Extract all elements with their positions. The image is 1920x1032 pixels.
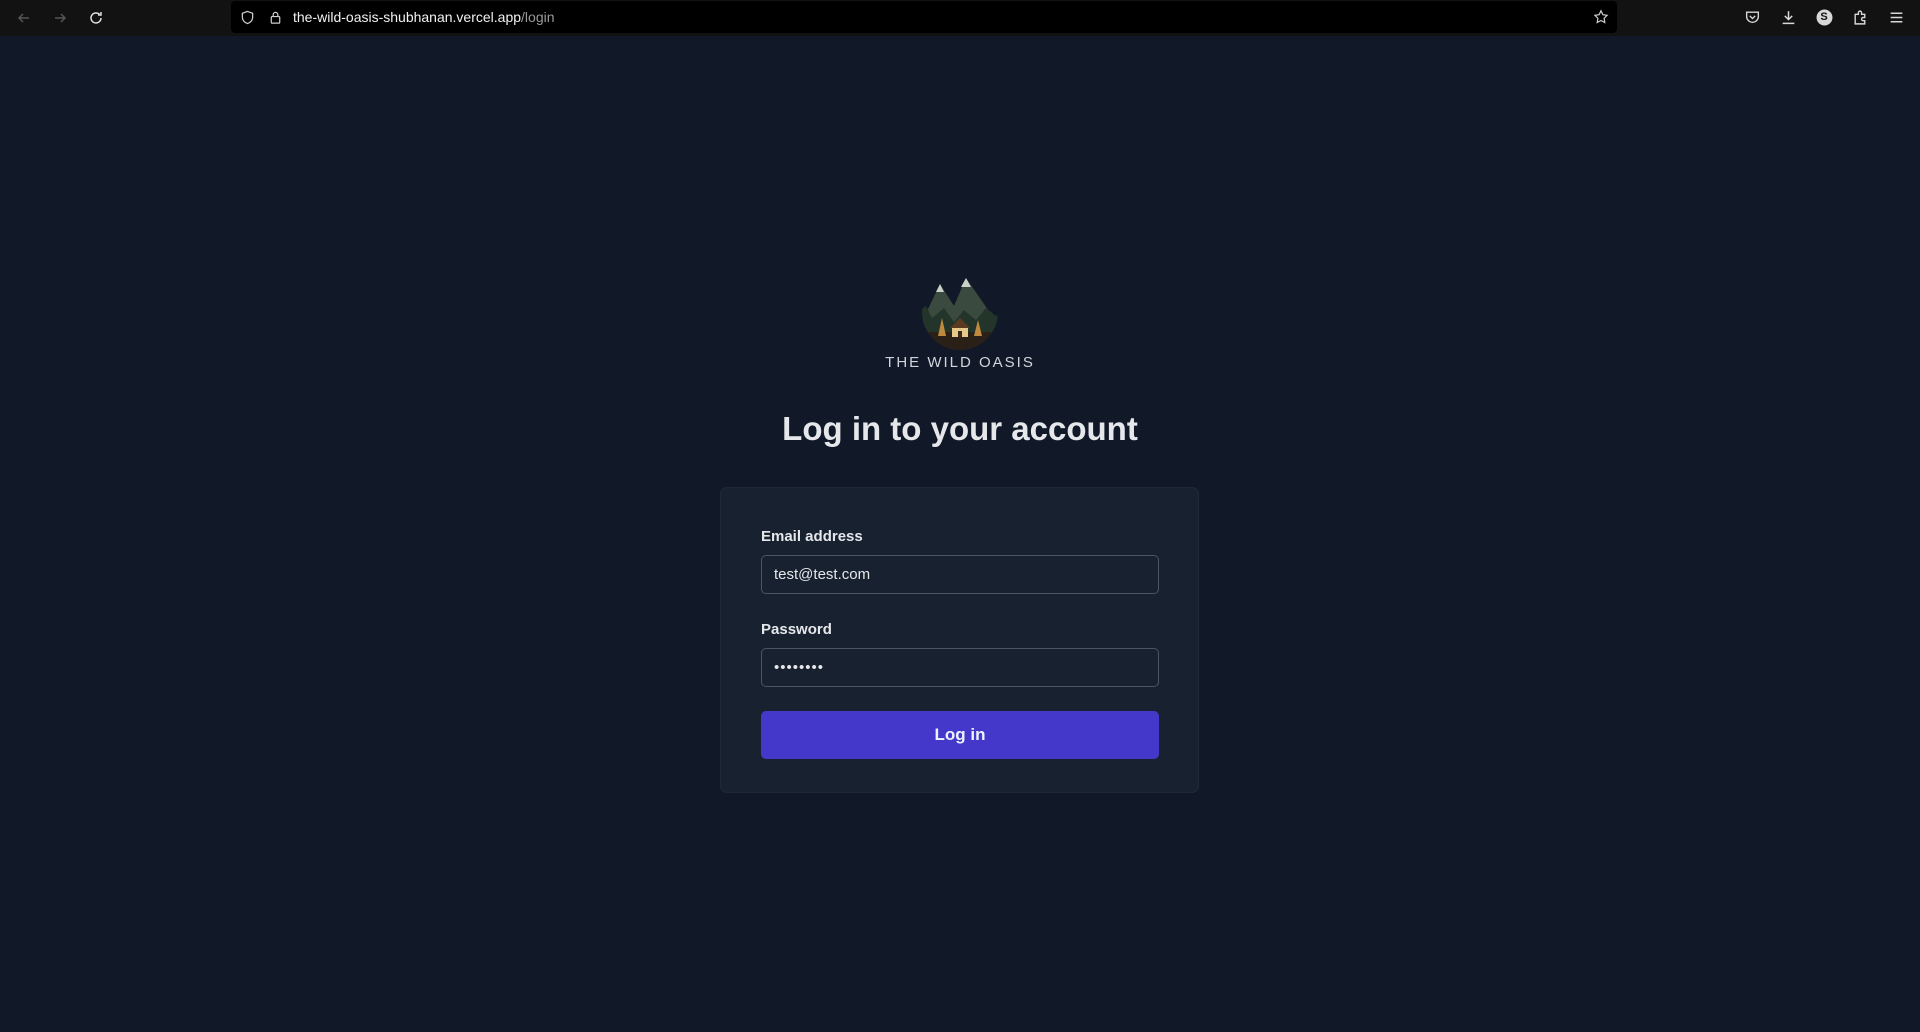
profile-icon[interactable]: S [1814, 7, 1834, 27]
login-form: Email address Password Log in [720, 487, 1199, 793]
page-title: Log in to your account [782, 410, 1138, 447]
brand-name: THE WILD OASIS [885, 354, 1035, 371]
email-field[interactable] [761, 555, 1159, 594]
logo [900, 270, 1020, 350]
extensions-icon[interactable] [1850, 7, 1870, 27]
email-label: Email address [761, 528, 863, 545]
pocket-icon[interactable] [1742, 7, 1762, 27]
url-text[interactable]: the-wild-oasis-shubhanan.vercel.app/logi… [293, 9, 555, 25]
wild-oasis-logo-icon [922, 274, 998, 350]
login-button[interactable]: Log in [761, 711, 1159, 759]
password-field[interactable] [761, 648, 1159, 687]
profile-initial: S [1820, 11, 1828, 23]
url-host: the-wild-oasis-shubhanan.vercel.app [293, 9, 522, 25]
login-page: THE WILD OASIS Log in to your account Em… [0, 36, 1920, 1032]
reload-icon[interactable] [83, 5, 109, 31]
password-label: Password [761, 621, 832, 638]
url-path: /login [521, 9, 555, 25]
back-icon[interactable] [11, 5, 37, 31]
lock-icon[interactable] [267, 9, 283, 25]
url-bar[interactable]: the-wild-oasis-shubhanan.vercel.app/logi… [231, 1, 1617, 33]
browser-toolbar: the-wild-oasis-shubhanan.vercel.app/logi… [0, 0, 1920, 37]
menu-icon[interactable] [1886, 7, 1906, 27]
bookmark-star-icon[interactable] [1593, 9, 1609, 25]
download-icon[interactable] [1778, 7, 1798, 27]
shield-icon[interactable] [239, 9, 255, 25]
forward-icon[interactable] [47, 5, 73, 31]
